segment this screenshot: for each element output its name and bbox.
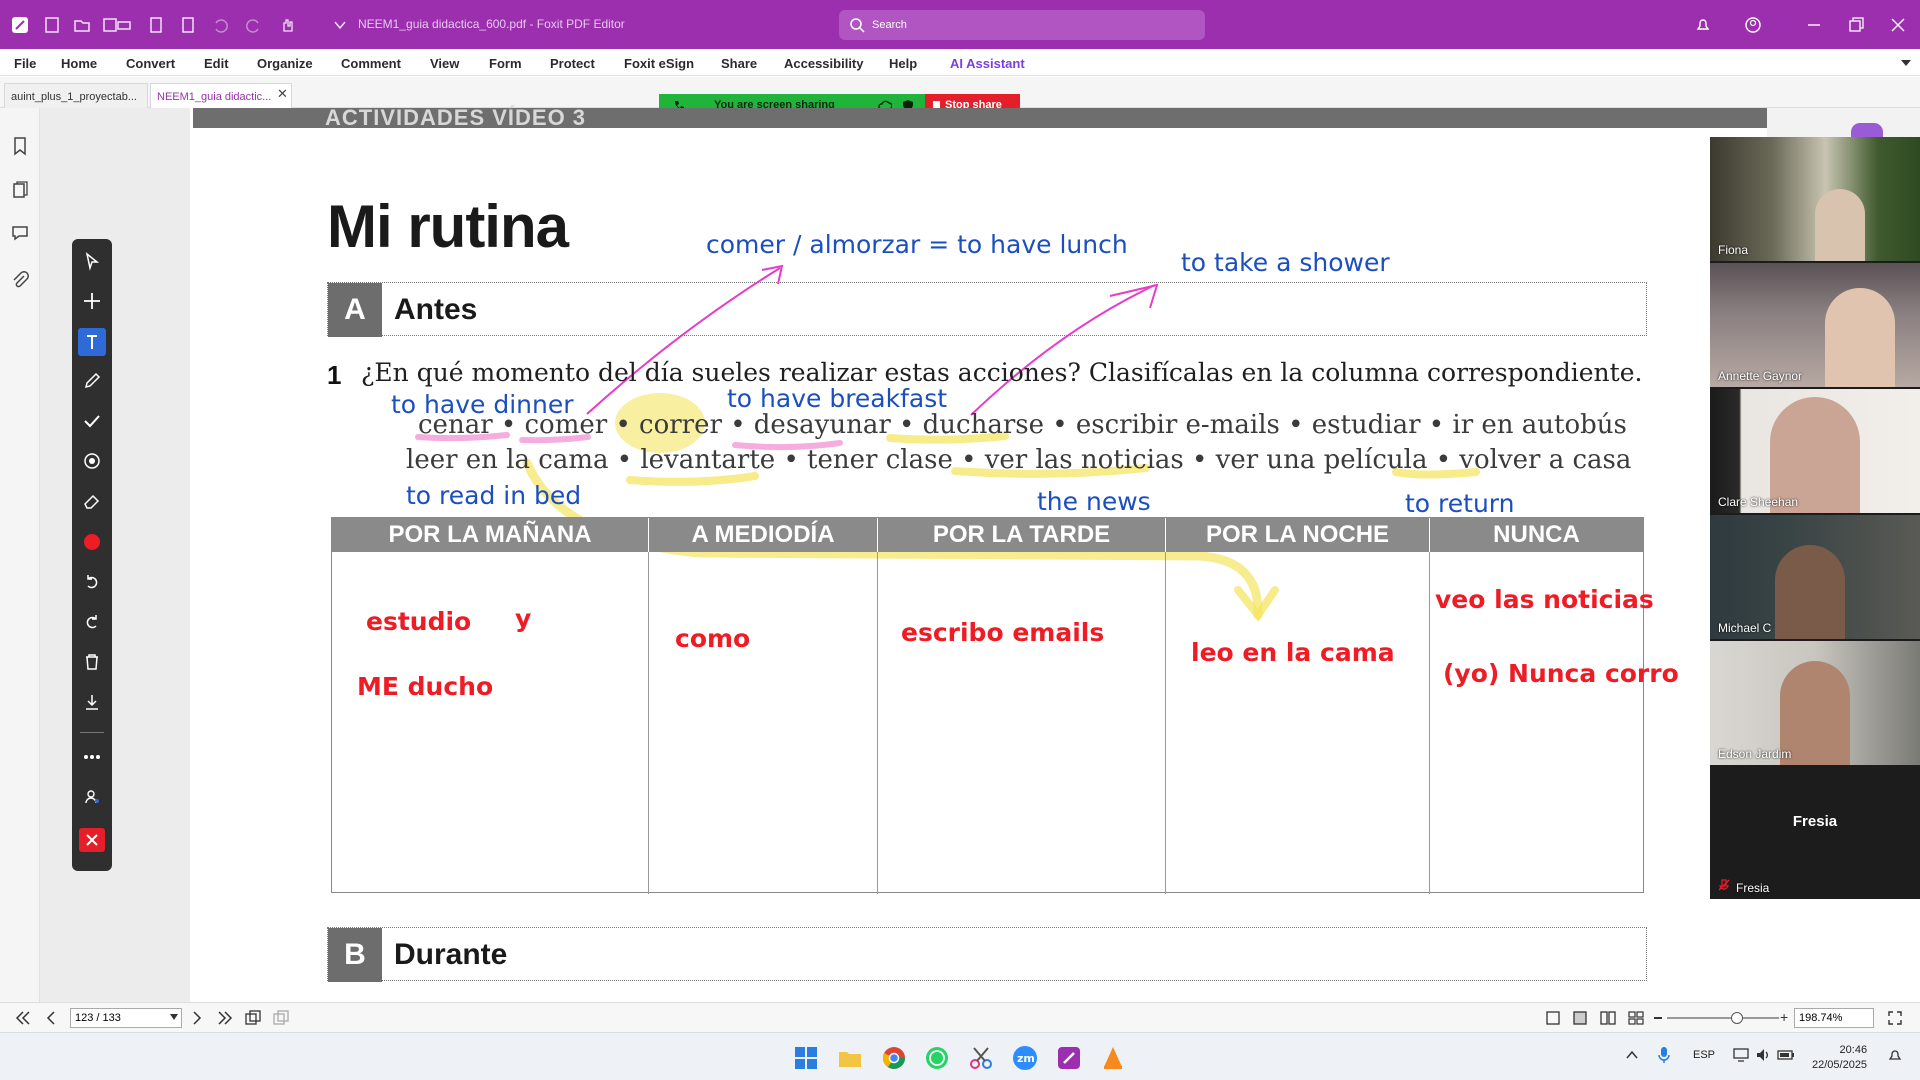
participant-video-fiona [1815, 189, 1865, 261]
participant-name-clare: Clare Sheehan [1718, 495, 1799, 509]
zoom-level-input[interactable]: 198.74% [1794, 1008, 1874, 1028]
classification-table: POR LA MAÑANA A MEDIODÍA POR LA TARDE PO… [331, 517, 1644, 894]
column-noche[interactable] [1166, 552, 1430, 894]
file-explorer-icon[interactable] [837, 1045, 863, 1071]
status-bar: 123 / 133 + 198.74% [0, 1002, 1920, 1032]
chrome-icon[interactable] [881, 1045, 907, 1071]
single-page-icon[interactable] [1545, 1011, 1561, 1025]
header-por-la-noche: POR LA NOCHE [1166, 518, 1430, 552]
participant-name-edson: Edson Jardim [1718, 747, 1792, 761]
header-por-la-tarde: POR LA TARDE [878, 518, 1166, 552]
muted-mic-icon [1718, 879, 1730, 891]
participant-tile-michael[interactable]: Michael C [1710, 515, 1920, 639]
windows-start-icon[interactable] [793, 1045, 819, 1071]
note-breakfast: to have breakfast [727, 384, 948, 413]
column-manana[interactable] [332, 552, 649, 894]
participant-tile-fresia[interactable]: Fresia Fresia [1710, 767, 1920, 899]
continuous-facing-icon[interactable] [1628, 1011, 1644, 1025]
clock-date: 22/05/2025 [1812, 1059, 1868, 1071]
battery-icon[interactable] [1777, 1047, 1795, 1063]
participant-name-annette: Annette Gaynor [1718, 369, 1803, 383]
foxit-taskbar-icon[interactable] [1056, 1045, 1082, 1071]
answer-escribo-emails: escribo emails [901, 618, 1105, 647]
question-number: 1 [327, 360, 342, 390]
clock-time: 20:46 [1839, 1044, 1868, 1056]
participant-name-fresia: Fresia [1736, 881, 1770, 895]
participant-video-michael [1775, 545, 1845, 639]
participant-tile-fiona[interactable]: Fiona [1710, 137, 1920, 261]
answer-estudio: estudio [366, 607, 472, 636]
column-tarde[interactable] [878, 552, 1166, 894]
note-shower: to take a shower [1181, 248, 1390, 277]
system-clock[interactable]: 20:46 22/05/2025 [1812, 1043, 1867, 1073]
header-nunca: NUNCA [1430, 518, 1643, 552]
snipping-tool-icon[interactable] [968, 1045, 994, 1071]
answer-me-ducho: ME ducho [357, 672, 494, 701]
page-dropdown-icon[interactable] [170, 1014, 178, 1020]
continuous-page-icon[interactable] [1572, 1011, 1588, 1025]
last-page-icon[interactable] [217, 1011, 233, 1025]
participant-name-michael: Michael C [1718, 621, 1772, 635]
participant-name-fiona: Fiona [1718, 243, 1749, 257]
vlc-icon[interactable] [1100, 1045, 1126, 1071]
header-a-mediodia: A MEDIODÍA [649, 518, 878, 552]
zoom-slider-thumb[interactable] [1731, 1012, 1743, 1024]
participant-video-annette [1825, 288, 1895, 387]
network-icon[interactable] [1733, 1047, 1749, 1063]
video-participants-panel: Fiona Annette Gaynor Clare Sheehan Micha… [1710, 137, 1920, 899]
participant-tile-edson[interactable]: Edson Jardim [1710, 641, 1920, 765]
insert-pages-icon[interactable] [273, 1010, 289, 1026]
extract-pages-icon[interactable] [245, 1010, 261, 1026]
note-the-news: the news [1037, 487, 1151, 516]
header-por-la-manana: POR LA MAÑANA [332, 518, 649, 552]
zoom-in-icon[interactable]: + [1780, 1009, 1788, 1025]
show-hidden-icons-icon[interactable] [1626, 1050, 1638, 1060]
microphone-icon[interactable] [1657, 1046, 1671, 1064]
arrow-ducharse-to-shower [970, 284, 1156, 416]
notifications-icon[interactable] [1887, 1047, 1903, 1063]
word-list-line-1: cenar • comer • correr • desayunar • duc… [418, 410, 1627, 440]
whatsapp-icon[interactable] [924, 1045, 950, 1071]
word-list-line-2: leer en la cama • levantarte • tener cla… [406, 445, 1632, 475]
facing-page-icon[interactable] [1600, 1011, 1616, 1025]
prev-page-icon[interactable] [46, 1011, 56, 1025]
svg-text:zm: zm [1017, 1052, 1035, 1065]
participant-tile-clare[interactable]: Clare Sheehan [1710, 389, 1920, 513]
zoom-out-icon[interactable] [1654, 1017, 1662, 1019]
highlight-levantarte [626, 472, 759, 486]
input-language[interactable]: ESP [1693, 1049, 1715, 1061]
windows-taskbar: zm ESP 20:46 22/05/2025 [0, 1032, 1920, 1080]
note-to-return: to return [1405, 489, 1515, 518]
answer-nunca-corro: (yo) Nunca corro [1443, 659, 1679, 688]
column-mediodia[interactable] [649, 552, 878, 894]
answer-como: como [675, 624, 751, 653]
participant-center-name-fresia: Fresia [1792, 813, 1838, 830]
zoom-slider[interactable] [1667, 1017, 1779, 1019]
next-page-icon[interactable] [192, 1011, 202, 1025]
first-page-icon[interactable] [15, 1011, 31, 1025]
note-dinner: to have dinner [391, 390, 574, 419]
volume-icon[interactable] [1755, 1047, 1771, 1063]
page-number-input[interactable]: 123 / 133 [70, 1008, 182, 1028]
answer-veo-las-noticias: veo las noticias [1435, 585, 1654, 614]
participant-tile-annette[interactable]: Annette Gaynor [1710, 263, 1920, 387]
question-text: ¿En qué momento del día sueles realizar … [361, 358, 1643, 387]
answer-y: y [515, 604, 532, 633]
note-read-in-bed: to read in bed [406, 481, 582, 510]
note-lunch: comer / almorzar = to have lunch [706, 230, 1128, 259]
answer-leo-en-la-cama: leo en la cama [1191, 638, 1395, 667]
zoom-app-icon[interactable]: zm [1012, 1045, 1038, 1071]
fullscreen-icon[interactable] [1888, 1011, 1902, 1025]
